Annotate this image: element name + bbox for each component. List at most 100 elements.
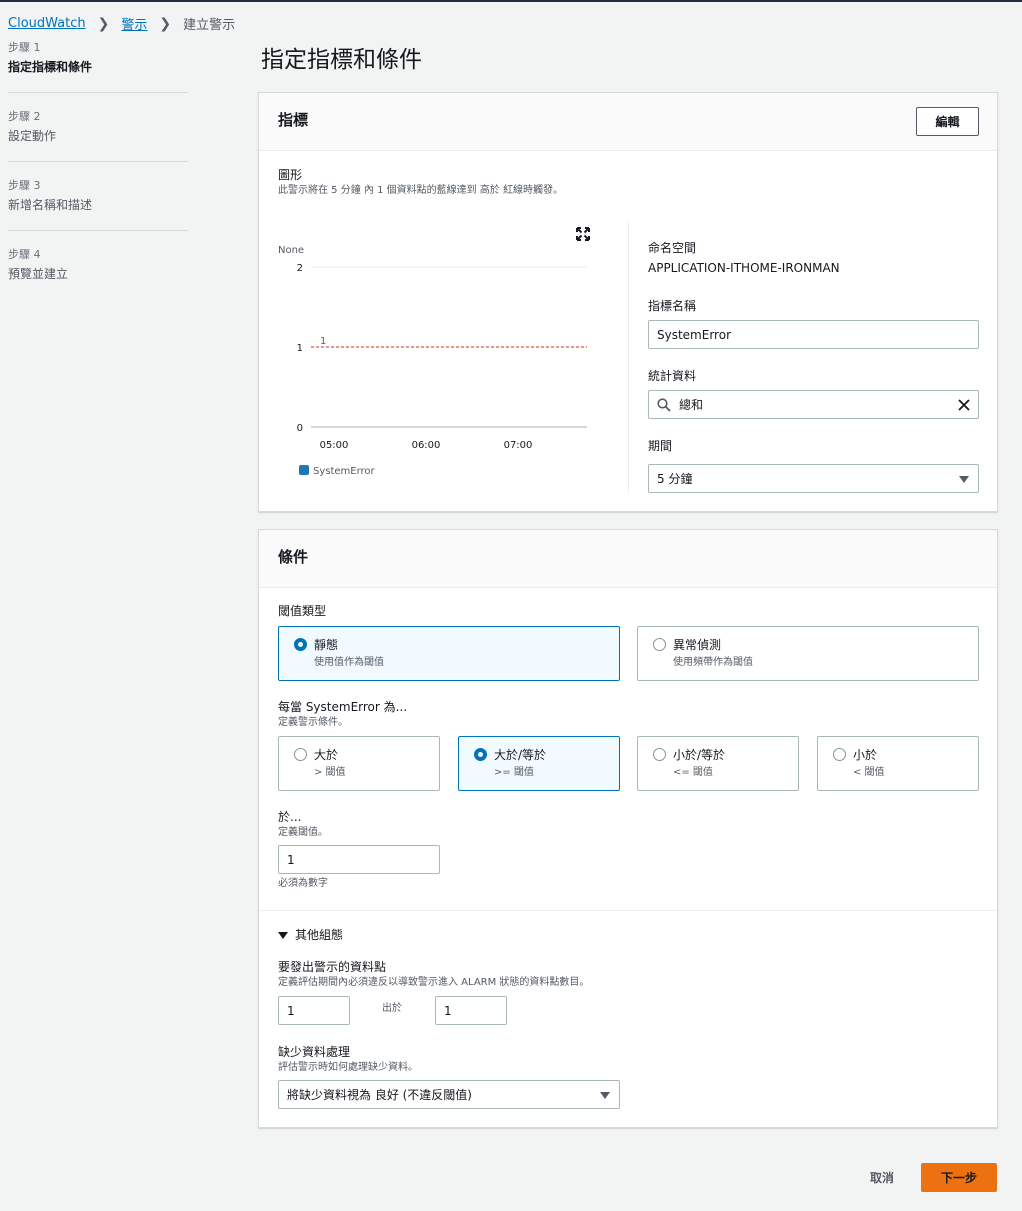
- missing-data-description: 評估警示時如何處理缺少資料。: [278, 1062, 418, 1073]
- missing-data-label: 缺少資料處理: [278, 1045, 351, 1059]
- metric-name-field[interactable]: SystemError: [648, 320, 979, 349]
- wizard-step-3: 步驟 3 新增名稱和描述: [8, 178, 188, 231]
- metric-panel-title: 指標: [278, 111, 309, 129]
- tile-description: 使用頻帶作為閾值: [673, 657, 753, 668]
- graph-description: 此警示將在 5 分鐘 內 1 個資料點的藍線達到 高於 紅線時觸發。: [278, 185, 563, 196]
- missing-data-select[interactable]: 將缺少資料視為 良好 (不違反閾值): [278, 1080, 620, 1109]
- step-name: 設定動作: [8, 129, 57, 143]
- y-tick-label: 0: [297, 423, 303, 434]
- metric-name-value: SystemError: [657, 327, 731, 342]
- step-number: 步驟 2: [8, 110, 41, 123]
- tile-description: > 閾值: [314, 767, 346, 778]
- breadcrumb-alarms[interactable]: 警示: [121, 14, 147, 33]
- threshold-type-anomaly[interactable]: 異常偵測 使用頻帶作為閾值: [637, 626, 979, 681]
- datapoints-value: 1: [287, 1003, 295, 1018]
- step-name: 新增名稱和描述: [8, 198, 93, 212]
- metric-panel: 指標 編輯 圖形 此警示將在 5 分鐘 內 1 個資料點的藍線達到 高於 紅線時…: [258, 92, 998, 512]
- wizard-steps: 步驟 1 指定指標和條件 步驟 2 設定動作 步驟 3 新增名稱和描述 步驟 4…: [8, 40, 188, 315]
- caret-down-icon: [959, 476, 969, 483]
- tile-title: 小於/等於: [673, 748, 726, 762]
- than-description: 定義閾值。: [278, 827, 328, 838]
- period-select[interactable]: 5 分鐘: [648, 464, 979, 493]
- step-name: 指定指標和條件: [8, 60, 93, 74]
- statistic-input[interactable]: 總和: [648, 390, 979, 419]
- step-number: 步驟 4: [8, 248, 41, 261]
- datapoints-description: 定義評估期間內必須違反以導致警示進入 ALARM 狀態的資料點數目。: [278, 977, 590, 988]
- tile-title: 大於/等於: [494, 748, 547, 762]
- threshold-value: 1: [287, 852, 295, 867]
- tile-title: 異常偵測: [673, 638, 722, 652]
- statistic-value: 總和: [679, 398, 704, 412]
- evaluation-periods-input[interactable]: 1: [435, 996, 507, 1025]
- next-button[interactable]: 下一步: [921, 1163, 997, 1192]
- metric-name-label: 指標名稱: [648, 299, 697, 313]
- threshold-type-label: 閾值類型: [278, 604, 327, 618]
- radio-button[interactable]: [294, 748, 307, 761]
- section-divider: [259, 910, 997, 911]
- operator-lower[interactable]: 小於 < 閾值: [817, 736, 979, 791]
- metric-chart: None 2 1 0 05:00 06:00 07:00 1 SystemError: [278, 245, 587, 477]
- cancel-button[interactable]: 取消: [860, 1163, 904, 1191]
- operator-lower-equal[interactable]: 小於/等於 <= 閾值: [637, 736, 799, 791]
- radio-button[interactable]: [653, 638, 666, 651]
- tile-description: < 閾值: [853, 767, 885, 778]
- radio-button[interactable]: [474, 748, 487, 761]
- operator-greater[interactable]: 大於 > 閾值: [278, 736, 440, 791]
- wizard-step-1: 步驟 1 指定指標和條件: [8, 40, 188, 93]
- breadcrumb: CloudWatch ❯ 警示 ❯ 建立警示: [8, 14, 236, 34]
- legend-series-name: SystemError: [313, 466, 376, 477]
- period-value: 5 分鐘: [657, 472, 693, 486]
- x-tick-label: 07:00: [504, 440, 533, 451]
- threshold-hint: 必須為數字: [278, 878, 328, 889]
- expand-icon[interactable]: [576, 227, 590, 241]
- chevron-right-icon: ❯: [97, 15, 110, 32]
- y-tick-label: 2: [297, 263, 303, 274]
- additional-config-label: 其他組態: [295, 928, 344, 942]
- wizard-step-2: 步驟 2 設定動作: [8, 109, 188, 162]
- operator-greater-equal[interactable]: 大於/等於 >= 閾值: [458, 736, 620, 791]
- graph-label: 圖形: [278, 168, 303, 182]
- statistic-label: 統計資料: [648, 369, 697, 383]
- step-name: 預覽並建立: [8, 267, 69, 281]
- threshold-type-static[interactable]: 靜態 使用值作為閾值: [278, 626, 620, 681]
- radio-button[interactable]: [653, 748, 666, 761]
- legend-swatch: [299, 465, 309, 475]
- vertical-divider: [628, 221, 629, 493]
- y-axis-label: None: [278, 245, 304, 256]
- metric-panel-header: 指標 編輯: [259, 93, 997, 151]
- breadcrumb-current: 建立警示: [183, 18, 236, 33]
- conditions-panel: 條件 閾值類型 靜態 使用值作為閾值 異常偵測 使用頻帶作為閾值 每當 Syst…: [258, 529, 998, 1128]
- radio-button[interactable]: [294, 638, 307, 651]
- whenever-label: 每當 SystemError 為...: [278, 700, 408, 714]
- page-title: 指定指標和條件: [261, 47, 422, 73]
- tile-title: 靜態: [314, 638, 339, 652]
- out-of-label: 出於: [382, 1003, 402, 1014]
- datapoints-input[interactable]: 1: [278, 996, 350, 1025]
- radio-button[interactable]: [833, 748, 846, 761]
- tile-title: 大於: [314, 748, 339, 762]
- datapoints-label: 要發出警示的資料點: [278, 960, 387, 974]
- step-number: 步驟 1: [8, 41, 41, 54]
- tile-description: >= 閾值: [494, 767, 534, 778]
- chevron-right-icon: ❯: [159, 15, 172, 32]
- wizard-step-4: 步驟 4 預覽並建立: [8, 247, 188, 299]
- tile-description: <= 閾值: [673, 767, 713, 778]
- than-label: 於...: [278, 810, 302, 824]
- breadcrumb-cloudwatch[interactable]: CloudWatch: [8, 16, 86, 31]
- conditions-panel-header: 條件: [259, 530, 997, 588]
- caret-down-icon: [600, 1092, 610, 1099]
- evaluation-periods-value: 1: [444, 1003, 452, 1018]
- clear-icon[interactable]: [958, 399, 970, 411]
- x-tick-label: 06:00: [412, 440, 441, 451]
- threshold-value-input[interactable]: 1: [278, 845, 440, 874]
- threshold-label: 1: [320, 336, 326, 347]
- additional-config-toggle[interactable]: 其他組態: [278, 927, 343, 943]
- period-label: 期間: [648, 439, 673, 453]
- caret-down-icon: [278, 931, 288, 939]
- tile-description: 使用值作為閾值: [314, 657, 384, 668]
- edit-button[interactable]: 編輯: [916, 107, 979, 136]
- search-icon: [657, 398, 671, 412]
- whenever-description: 定義警示條件。: [278, 717, 348, 728]
- namespace-label: 命名空間: [648, 241, 697, 255]
- namespace-value: APPLICATION-ITHOME-IRONMAN: [648, 261, 840, 275]
